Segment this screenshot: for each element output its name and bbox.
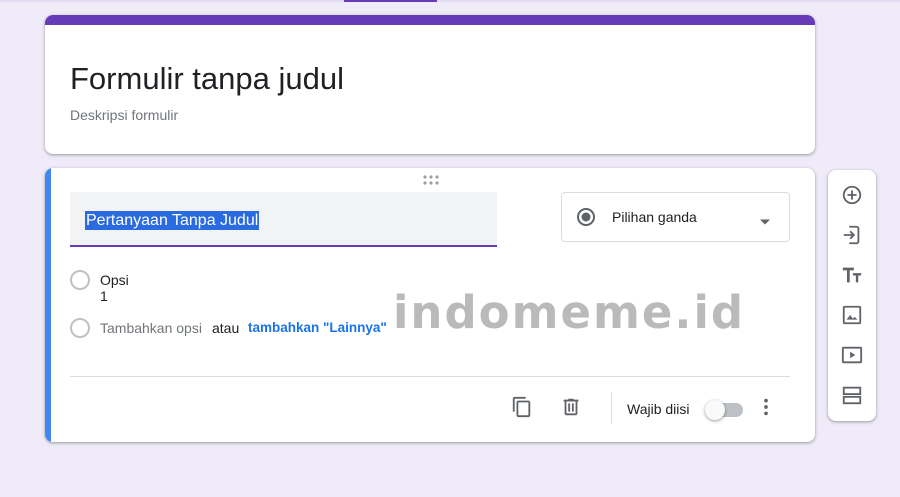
card-footer-divider [70, 376, 790, 377]
active-tab-indicator [344, 0, 437, 2]
add-image-icon[interactable] [840, 303, 864, 327]
import-questions-icon[interactable] [840, 223, 864, 247]
question-title-input[interactable]: Pertanyaan Tanpa Judul [70, 192, 497, 247]
form-header-card[interactable]: Formulir tanpa judul Deskripsi formulir [45, 15, 815, 154]
duplicate-icon[interactable] [510, 395, 534, 419]
option-radio-icon [70, 270, 90, 290]
more-options-icon[interactable] [754, 395, 778, 419]
required-toggle[interactable] [705, 400, 743, 420]
question-title-text: Pertanyaan Tanpa Judul [85, 211, 260, 230]
add-option-button[interactable]: Tambahkan opsi [100, 320, 202, 336]
drag-handle-icon[interactable] [422, 174, 440, 186]
add-title-icon[interactable] [840, 263, 864, 287]
or-text: atau [212, 320, 240, 336]
required-label: Wajib diisi [627, 401, 690, 417]
option-radio-icon [70, 318, 90, 338]
question-type-label: Pilihan ganda [612, 209, 697, 225]
watermark-text: indomeme.id [393, 286, 746, 339]
add-video-icon[interactable] [840, 343, 864, 367]
dropdown-arrow-icon [759, 213, 771, 231]
active-card-accent [45, 168, 51, 442]
top-divider [0, 0, 900, 2]
radio-button-icon [576, 207, 596, 232]
form-description-field[interactable]: Deskripsi formulir [70, 107, 178, 123]
footer-separator [611, 392, 612, 424]
add-question-icon[interactable] [840, 183, 864, 207]
delete-icon[interactable] [559, 395, 583, 419]
add-section-icon[interactable] [840, 383, 864, 407]
toggle-knob [705, 400, 725, 420]
option-label[interactable]: Opsi 1 [100, 272, 129, 304]
question-type-dropdown[interactable]: Pilihan ganda [561, 192, 790, 242]
form-title[interactable]: Formulir tanpa judul [70, 63, 344, 94]
add-other-link[interactable]: tambahkan "Lainnya" [248, 320, 387, 335]
floating-toolbar [828, 170, 876, 421]
theme-color-bar [45, 15, 815, 25]
